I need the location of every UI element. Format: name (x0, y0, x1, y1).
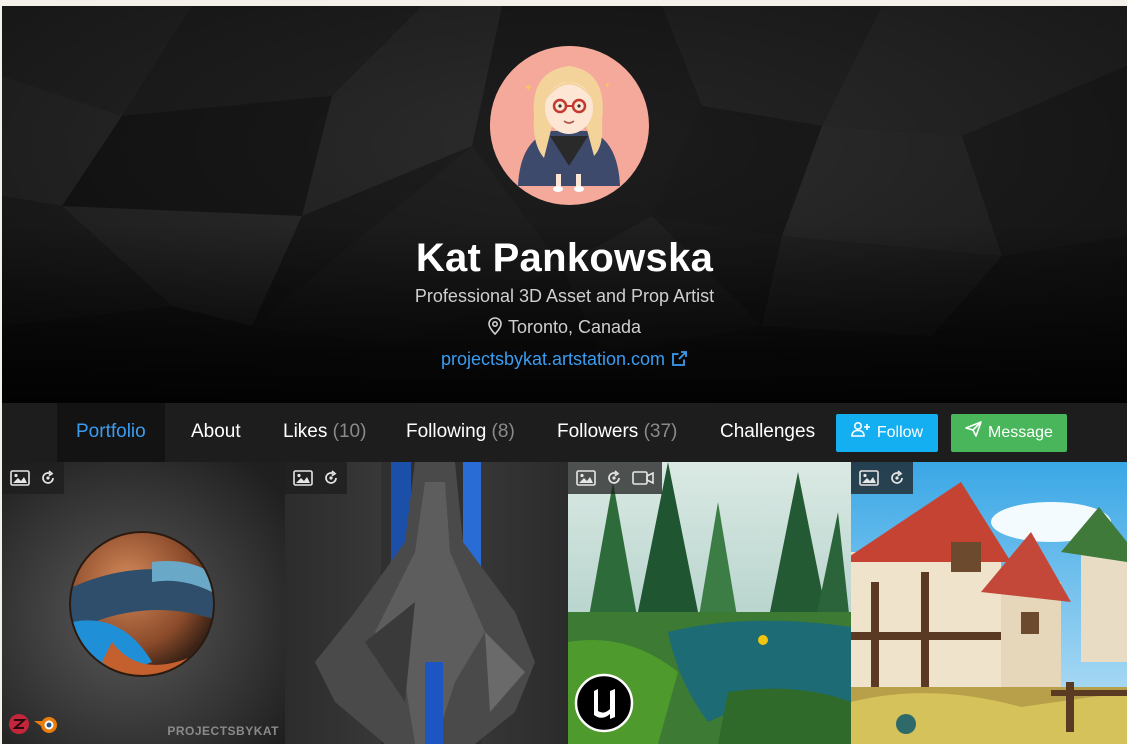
website-link[interactable]: projectsbykat.artstation.com (441, 349, 665, 369)
svg-text:✦: ✦ (524, 83, 532, 94)
message-button[interactable]: Message (951, 414, 1067, 452)
tab-count: (10) (332, 421, 367, 442)
profile-location: Toronto, Canada (2, 317, 1127, 340)
profile-name: Kat Pankowska (415, 236, 714, 280)
artwork-thumbnail (851, 462, 1127, 744)
tab-label: Followers (557, 421, 639, 442)
portfolio-tile[interactable] (285, 462, 568, 744)
portfolio-tile[interactable] (568, 462, 851, 744)
tile-badges (568, 462, 662, 494)
tab-label: Likes (283, 421, 328, 442)
rotate-3d-icon (40, 470, 56, 486)
tab-following[interactable]: Following (8) (406, 403, 515, 462)
tab-count: (37) (643, 421, 678, 442)
tab-portfolio[interactable]: Portfolio (57, 403, 165, 462)
rotate-3d-icon (323, 470, 339, 486)
message-label: Message (988, 424, 1053, 441)
tile-badges (851, 462, 913, 494)
portfolio-tile[interactable] (851, 462, 1127, 744)
tile-badges (2, 462, 64, 494)
video-icon (632, 470, 654, 486)
tab-label: Challenges (720, 421, 816, 442)
profile-header: ✦ ✦ Kat Pankowska Professional 3D Asset … (2, 6, 1127, 403)
rotate-3d-icon (606, 470, 622, 486)
map-pin-icon (488, 317, 502, 340)
tab-label: About (191, 421, 241, 442)
image-icon (10, 470, 30, 486)
tab-challenges[interactable]: Challenges (720, 403, 815, 462)
portfolio-grid: PROJECTSBYKAT (2, 462, 1127, 744)
blender-icon (32, 713, 60, 740)
send-icon (965, 414, 982, 452)
add-user-icon (851, 414, 871, 452)
artwork-thumbnail (285, 462, 568, 744)
image-icon (576, 470, 596, 486)
tool-logos (8, 713, 60, 740)
tab-count: (8) (491, 421, 515, 442)
tab-likes[interactable]: Likes (10) (283, 403, 366, 462)
zbrush-icon (8, 713, 30, 740)
avatar[interactable]: ✦ ✦ (490, 46, 649, 205)
svg-text:✦: ✦ (604, 81, 611, 90)
rotate-3d-icon (889, 470, 905, 486)
image-icon (293, 470, 313, 486)
tab-label: Following (406, 421, 487, 442)
profile-website[interactable]: projectsbykat.artstation.com (2, 349, 1127, 372)
profile-headline: Professional 3D Asset and Prop Artist (414, 286, 715, 306)
location-text: Toronto, Canada (507, 317, 642, 337)
watermark: PROJECTSBYKAT (167, 724, 279, 738)
follow-label: Follow (876, 424, 924, 441)
tab-about[interactable]: About (191, 403, 241, 462)
unreal-engine-icon (574, 673, 634, 738)
avatar-illustration: ✦ ✦ (490, 46, 648, 204)
follow-button[interactable]: Follow (836, 414, 938, 452)
tile-badges (285, 462, 347, 494)
artwork-thumbnail (2, 462, 285, 744)
portfolio-tile[interactable]: PROJECTSBYKAT (2, 462, 285, 744)
external-link-icon (671, 350, 688, 372)
tab-label: Portfolio (76, 421, 146, 442)
image-icon (859, 470, 879, 486)
profile-nav: Portfolio About Likes (10) Following (8)… (2, 403, 1127, 462)
tab-followers[interactable]: Followers (37) (557, 403, 677, 462)
